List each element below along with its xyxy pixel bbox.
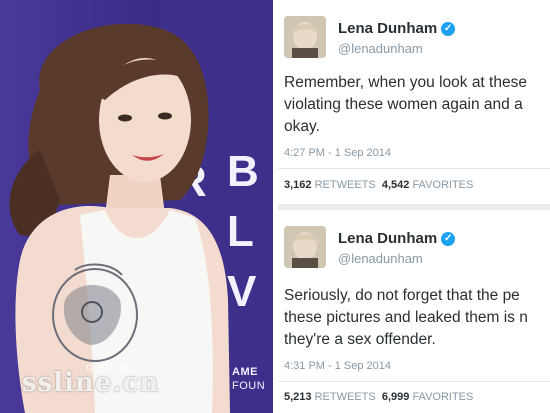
avatar[interactable] (284, 226, 326, 268)
retweet-count[interactable]: 5,213 (284, 391, 312, 403)
sponsor-text: AME (232, 366, 258, 378)
collage: R B F L V V (0, 0, 550, 413)
avatar-image (284, 16, 326, 58)
retweet-label: RETWEETS (314, 179, 376, 191)
author-name[interactable]: Lena Dunham ✓ (338, 20, 456, 37)
tweet-card: Lena Dunham ✓ @lenadunham Remember, when … (278, 0, 550, 204)
tweet-card: Lena Dunham ✓ @lenadunham Seriously, do n… (278, 210, 550, 413)
retweet-count[interactable]: 3,162 (284, 179, 312, 191)
verified-icon: ✓ (441, 22, 456, 37)
avatar[interactable] (284, 16, 326, 58)
eye-right (158, 112, 172, 120)
separator (278, 168, 550, 169)
tweet-stats: 5,213 RETWEETS 6,999 FAVORITES (284, 391, 473, 403)
favorite-label: FAVORITES (412, 179, 474, 191)
tweet-panel: Lena Dunham ✓ @lenadunham Remember, when … (278, 0, 550, 413)
eye-left (118, 114, 132, 122)
favorite-label: FAVORITES (412, 391, 474, 403)
watermark: ssline.cn (22, 368, 160, 398)
event-photo: R B F L V V (0, 0, 273, 413)
author-name[interactable]: Lena Dunham ✓ (338, 230, 456, 247)
tweet-timestamp[interactable]: 4:31 PM - 1 Sep 2014 (284, 360, 391, 372)
tweet-text: Seriously, do not forget that the pe the… (284, 287, 528, 348)
verified-icon: ✓ (441, 232, 456, 247)
tweet-stats: 3,162 RETWEETS 4,542 FAVORITES (284, 179, 473, 191)
person-illustration (9, 23, 230, 413)
author-handle[interactable]: @lenadunham (338, 251, 423, 266)
favorite-count[interactable]: 6,999 (382, 391, 410, 403)
avatar-image (284, 226, 326, 268)
tweet-timestamp[interactable]: 4:27 PM - 1 Sep 2014 (284, 147, 391, 159)
tweet-text: Remember, when you look at these violati… (284, 74, 527, 135)
favorite-count[interactable]: 4,542 (382, 179, 410, 191)
sponsor-text-2: FOUN (232, 380, 266, 392)
retweet-label: RETWEETS (314, 391, 376, 403)
author-handle[interactable]: @lenadunham (338, 41, 423, 56)
separator (278, 381, 550, 382)
